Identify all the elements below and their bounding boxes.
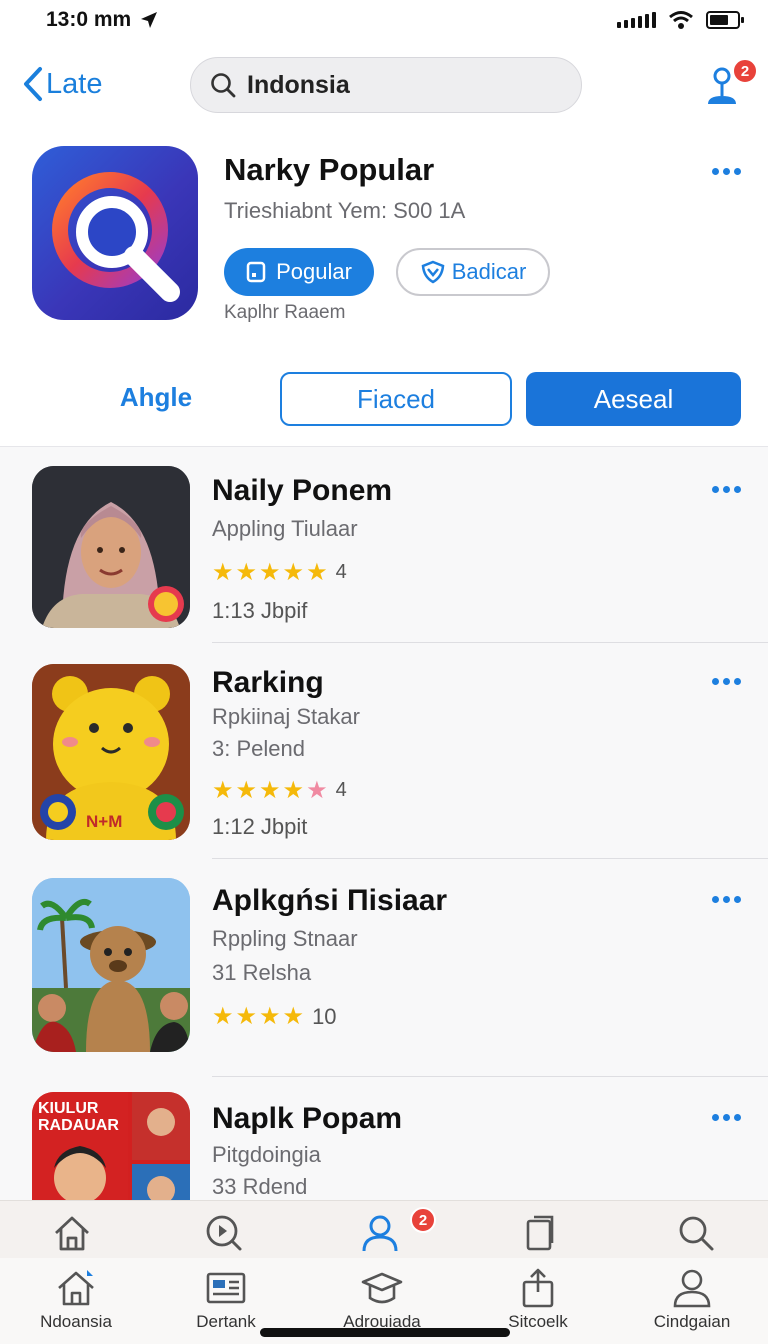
app-title: Aplkgńsi Πisiaar — [212, 884, 448, 917]
tab-indonesia[interactable]: Ndoansia — [16, 1268, 136, 1332]
battery-icon — [706, 11, 744, 29]
featured-app-title: Narky Popular — [224, 152, 435, 187]
featured-app-subtitle: Trieshiabnt Yem: S00 1A — [224, 198, 466, 223]
featured-app-icon[interactable] — [32, 146, 198, 320]
list-item[interactable]: KIULUR RADAUAR Naplk Popam Pitgdoingia 3… — [0, 1078, 768, 1200]
search-icon — [679, 1216, 714, 1251]
thumbnail-label: KIULUR RADAUAR — [38, 1100, 119, 1134]
app-rating: ★ ★ ★ ★ ★ 4 — [212, 559, 347, 586]
cellular-signal-icon — [617, 12, 656, 28]
row-divider — [212, 1076, 768, 1077]
more-options-icon[interactable] — [712, 486, 741, 493]
tab-share[interactable]: Sitcoelk — [478, 1268, 598, 1332]
wifi-icon — [669, 11, 693, 29]
notification-badge: 2 — [732, 58, 758, 84]
tab-education[interactable]: Adrouiada — [322, 1268, 442, 1332]
notification-badge: 2 — [410, 1207, 436, 1233]
more-options-icon[interactable] — [712, 678, 741, 685]
app-title: Rarking — [212, 666, 324, 699]
tab-discover[interactable] — [164, 1213, 284, 1253]
tab-label: Cindgaian — [653, 1312, 731, 1331]
chevron-left-icon — [24, 67, 42, 101]
segment-tab-aeseal[interactable]: Aeseal — [526, 372, 741, 426]
app-thumbnail: KIULUR RADAUAR — [32, 1092, 190, 1200]
graduation-cap-icon — [361, 1272, 403, 1304]
tab-profile[interactable]: Cindgaian — [632, 1268, 752, 1332]
home-indicator[interactable] — [260, 1328, 510, 1337]
badge-button[interactable]: Badicar — [396, 248, 550, 296]
popular-button[interactable]: Pogular — [224, 248, 374, 296]
tab-label: Sitcoelk — [508, 1312, 568, 1331]
more-options-icon[interactable] — [712, 896, 741, 903]
tab-account[interactable]: 2 — [322, 1207, 442, 1253]
app-downloads: 3: Pelend — [212, 736, 305, 761]
app-rating: ★ ★ ★ ★ ★ 4 — [212, 777, 347, 804]
app-developer: Pitgdoingia — [212, 1142, 321, 1167]
tab-documents[interactable] — [480, 1213, 600, 1253]
status-time: 13:0 mm — [46, 8, 132, 31]
dashboard-icon — [206, 1272, 246, 1304]
tablet-icon — [246, 261, 266, 283]
rating-count: 4 — [335, 779, 347, 801]
search-bar[interactable] — [190, 57, 582, 113]
profile-button[interactable]: 2 — [700, 56, 758, 112]
search-icon — [211, 73, 236, 98]
play-search-icon — [206, 1215, 242, 1251]
location-arrow-icon — [141, 12, 158, 28]
home-icon — [58, 1270, 94, 1306]
app-developer: Appling Tiulaar — [212, 516, 358, 541]
magnifier-logo-icon — [52, 172, 180, 302]
more-options-icon[interactable] — [712, 168, 741, 175]
rating-count: 10 — [312, 1003, 337, 1029]
status-bar: 13:0 mm — [0, 0, 768, 40]
share-icon — [522, 1268, 554, 1308]
tab-search[interactable] — [636, 1213, 756, 1253]
user-icon — [673, 1269, 711, 1308]
app-thumbnail — [32, 878, 190, 1052]
segment-tab-angle[interactable]: Ahgle — [86, 382, 226, 413]
row-divider — [212, 858, 768, 859]
tab-home[interactable] — [12, 1213, 132, 1253]
app-thumbnail: N+M — [32, 664, 190, 840]
app-thumbnail — [32, 466, 190, 628]
secondary-tab-bar: 2 — [0, 1200, 768, 1264]
shield-icon — [421, 260, 445, 284]
document-stack-icon — [526, 1215, 554, 1251]
more-options-icon[interactable] — [712, 1114, 741, 1121]
list-item[interactable]: Aplkgńsi Πisiaar Rppling Stnaar 31 Relsh… — [0, 860, 768, 1077]
navigation-bar: Late 2 — [0, 52, 768, 120]
app-title: Naily Ponem — [212, 474, 393, 507]
rating-count: 4 — [335, 561, 347, 583]
home-icon — [55, 1216, 89, 1251]
app-rating: ★ ★ ★ ★ 10 — [212, 1003, 337, 1030]
featured-app-card: Narky Popular Trieshiabnt Yem: S00 1A Po… — [0, 140, 768, 360]
app-developer: Rppling Stnaar — [212, 926, 358, 951]
badge-button-label: Badicar — [451, 259, 527, 284]
back-label: Late — [46, 67, 103, 100]
list-item[interactable]: Naily Ponem Appling Tiulaar ★ ★ ★ ★ ★ 4 1:13… — [0, 446, 768, 644]
bear-mascot-crowd-icon — [32, 878, 190, 1052]
back-button[interactable]: Late — [22, 66, 102, 102]
tab-label: Ndoansia — [40, 1312, 112, 1331]
user-icon — [362, 1215, 398, 1252]
tab-label: Dertank — [196, 1312, 256, 1331]
app-size: 1:12 Jbpit — [212, 814, 308, 839]
app-downloads: 33 Rdend — [212, 1174, 308, 1199]
search-input[interactable] — [247, 70, 547, 100]
popular-button-label: Pogular — [276, 259, 352, 284]
list-item[interactable]: N+M Rarking Rpkiinaj Stakar 3: Pelend ★ ★… — [0, 644, 768, 859]
featured-app-caption: Kaplhr Raaem — [224, 302, 346, 323]
app-developer: Rpkiinaj Stakar — [212, 704, 360, 729]
thumbnail-label: N+M — [86, 812, 123, 831]
tab-dashboard[interactable]: Dertank — [166, 1268, 286, 1332]
woman-hijab-portrait-icon — [32, 466, 190, 628]
app-title: Naplk Popam — [212, 1102, 403, 1135]
app-size: 1:13 Jbpif — [212, 598, 308, 623]
segment-tab-faced[interactable]: Fiaced — [280, 372, 512, 426]
app-downloads: 31 Relsha — [212, 960, 312, 985]
row-divider — [212, 642, 768, 643]
